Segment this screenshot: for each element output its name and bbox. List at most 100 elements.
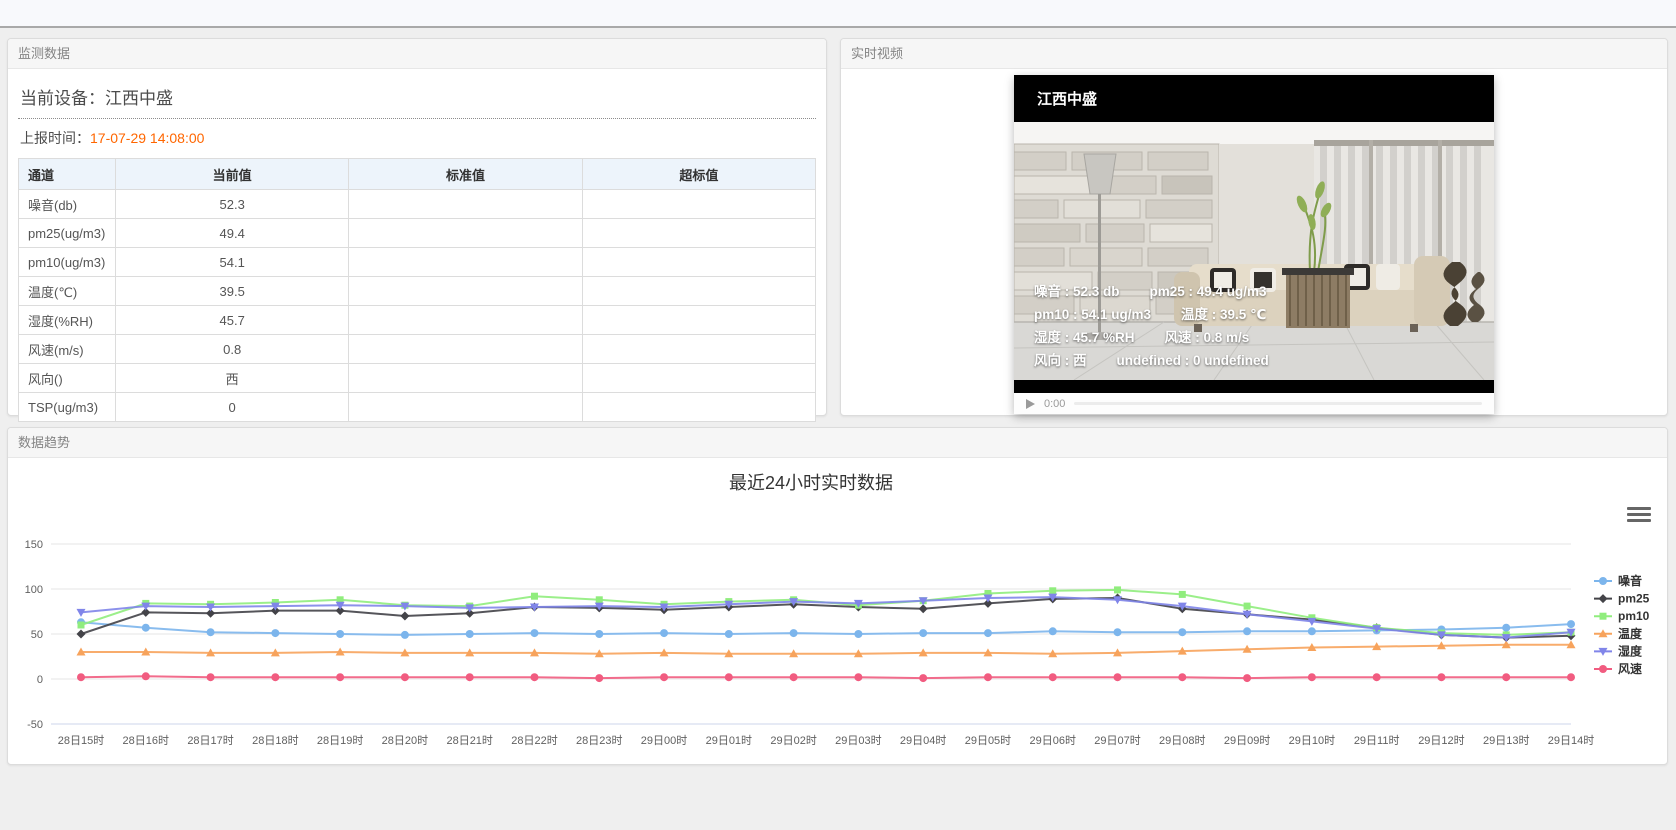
- cell-channel: 温度(℃): [19, 277, 116, 306]
- play-icon[interactable]: [1026, 399, 1035, 409]
- overlay-noise: 噪音 : 52.3 db: [1034, 284, 1120, 299]
- overlay-pm10: pm10 : 54.1 ug/m3: [1034, 307, 1151, 322]
- cell-exceed: [582, 393, 815, 422]
- overlay-pm25: pm25 : 49.4 ug/m3: [1150, 284, 1267, 299]
- x-tick-label: 28日16时: [123, 734, 169, 747]
- cell-exceed: [582, 190, 815, 219]
- video-time: 0:00: [1044, 398, 1065, 410]
- video-frame: 噪音 : 52.3 db pm25 : 49.4 ug/m3 pm10 : 54.…: [1014, 122, 1494, 380]
- svg-text:pm10: pm10: [1618, 609, 1650, 623]
- cell-channel: pm25(ug/m3): [19, 219, 116, 248]
- x-tick-label: 29日01时: [706, 734, 752, 747]
- cell-standard: [349, 277, 582, 306]
- x-tick-label: 29日11时: [1354, 734, 1400, 747]
- data-trend-panel: 数据趋势 最近24小时实时数据 -50 0 50 100 150 28日15时 28日16时 2…: [7, 427, 1668, 765]
- x-tick-label: 28日18时: [252, 734, 298, 747]
- x-tick-label: 29日03时: [835, 734, 881, 747]
- overlay-humidity: 湿度 : 45.7 %RH: [1034, 330, 1135, 345]
- y-tick-label: -50: [27, 719, 43, 731]
- series-line: [77, 640, 1576, 657]
- cell-current: 0.8: [116, 335, 349, 364]
- video-controls: 0:00: [1014, 393, 1494, 414]
- cell-standard: [349, 335, 582, 364]
- cell-exceed: [582, 306, 815, 335]
- table-row: TSP(ug/m3)0: [19, 393, 816, 422]
- legend-item[interactable]: 噪音: [1594, 573, 1642, 588]
- x-tick-label: 28日20时: [382, 734, 428, 747]
- legend-item[interactable]: pm10: [1594, 609, 1650, 623]
- x-tick-label: 29日00时: [641, 734, 687, 747]
- legend-item[interactable]: 温度: [1594, 626, 1643, 641]
- x-tick-label: 29日02时: [770, 734, 816, 747]
- overlay-temperature: 温度 : 39.5 ℃: [1181, 307, 1266, 322]
- x-tick-label: 29日09时: [1224, 734, 1270, 747]
- y-tick-label: 100: [25, 584, 43, 596]
- video-letterbox-bar: [1014, 380, 1494, 393]
- cell-current: 45.7: [116, 306, 349, 335]
- trend-chart-svg: 最近24小时实时数据 -50 0 50 100 150 28日15时 28日16时 28日17时…: [8, 458, 1667, 764]
- overlay-winddirection: 风向 : 西: [1034, 353, 1087, 368]
- legend-item[interactable]: 湿度: [1594, 643, 1643, 658]
- trend-panel-title: 数据趋势: [8, 428, 1667, 458]
- cell-current: 54.1: [116, 248, 349, 277]
- legend-item[interactable]: pm25: [1594, 592, 1650, 606]
- svg-text:湿度: 湿度: [1618, 643, 1643, 658]
- svg-text:风速: 风速: [1618, 661, 1642, 676]
- x-tick-label: 28日17时: [187, 734, 233, 747]
- monitoring-data-panel: 监测数据 当前设备：江西中盛 上报时间：17-07-29 14:08:00 通道…: [7, 38, 827, 416]
- coffee-table: [1282, 268, 1354, 328]
- table-row: pm25(ug/m3)49.4: [19, 219, 816, 248]
- chart-title: 最近24小时实时数据: [729, 473, 893, 493]
- video-player[interactable]: 江西中盛: [1014, 75, 1494, 414]
- x-tick-label: 28日22时: [511, 734, 557, 747]
- cell-exceed: [582, 335, 815, 364]
- current-device-label: 当前设备：江西中盛: [18, 77, 816, 119]
- table-row: 湿度(%RH)45.7: [19, 306, 816, 335]
- cell-standard: [349, 393, 582, 422]
- table-header-row: 通道 当前值 标准值 超标值: [19, 159, 816, 190]
- cell-channel: TSP(ug/m3): [19, 393, 116, 422]
- cell-channel: 风向(): [19, 364, 116, 393]
- overlay-windspeed: 风速 : 0.8 m/s: [1165, 330, 1250, 345]
- export-menu-icon[interactable]: [1627, 504, 1651, 524]
- cell-standard: [349, 190, 582, 219]
- table-row: 温度(℃)39.5: [19, 277, 816, 306]
- table-row: pm10(ug/m3)54.1: [19, 248, 816, 277]
- cell-current: 52.3: [116, 190, 349, 219]
- y-tick-label: 50: [31, 629, 43, 641]
- svg-text:噪音: 噪音: [1618, 573, 1642, 588]
- x-tick-label: 28日21时: [446, 734, 492, 747]
- cell-exceed: [582, 219, 815, 248]
- legend-item[interactable]: 风速: [1594, 661, 1642, 676]
- channel-table: 通道 当前值 标准值 超标值 噪音(db)52.3 pm25(ug/m3)49.…: [18, 158, 816, 422]
- x-tick-label: 28日15时: [58, 734, 104, 747]
- x-tick-label: 28日23时: [576, 734, 622, 747]
- report-time-line: 上报时间：17-07-29 14:08:00: [18, 119, 816, 158]
- x-tick-label: 29日07时: [1094, 734, 1140, 747]
- svg-text:pm25: pm25: [1618, 592, 1650, 606]
- series-line: [77, 672, 1575, 682]
- y-tick-label: 0: [37, 674, 43, 686]
- video-progress-bar[interactable]: [1074, 402, 1482, 405]
- live-video-panel: 实时视频 江西中盛: [840, 38, 1668, 416]
- col-header-channel: 通道: [19, 159, 116, 190]
- top-toolbar: [0, 0, 1676, 28]
- y-tick-label: 150: [25, 539, 43, 551]
- cell-current: 39.5: [116, 277, 349, 306]
- cell-channel: 湿度(%RH): [19, 306, 116, 335]
- series-line: [77, 618, 1575, 639]
- x-tick-label: 29日14时: [1548, 734, 1594, 747]
- x-tick-label: 28日19时: [317, 734, 363, 747]
- cell-current: 西: [116, 364, 349, 393]
- monitoring-panel-title: 监测数据: [8, 39, 826, 69]
- cell-exceed: [582, 248, 815, 277]
- x-tick-label: 29日10时: [1289, 734, 1335, 747]
- cell-channel: 噪音(db): [19, 190, 116, 219]
- cell-standard: [349, 364, 582, 393]
- x-tick-label: 29日06时: [1029, 734, 1075, 747]
- video-panel-title: 实时视频: [841, 39, 1667, 69]
- video-overlay-readings: 噪音 : 52.3 db pm25 : 49.4 ug/m3 pm10 : 54.…: [1034, 280, 1269, 372]
- col-header-current: 当前值: [116, 159, 349, 190]
- cell-current: 0: [116, 393, 349, 422]
- table-row: 噪音(db)52.3: [19, 190, 816, 219]
